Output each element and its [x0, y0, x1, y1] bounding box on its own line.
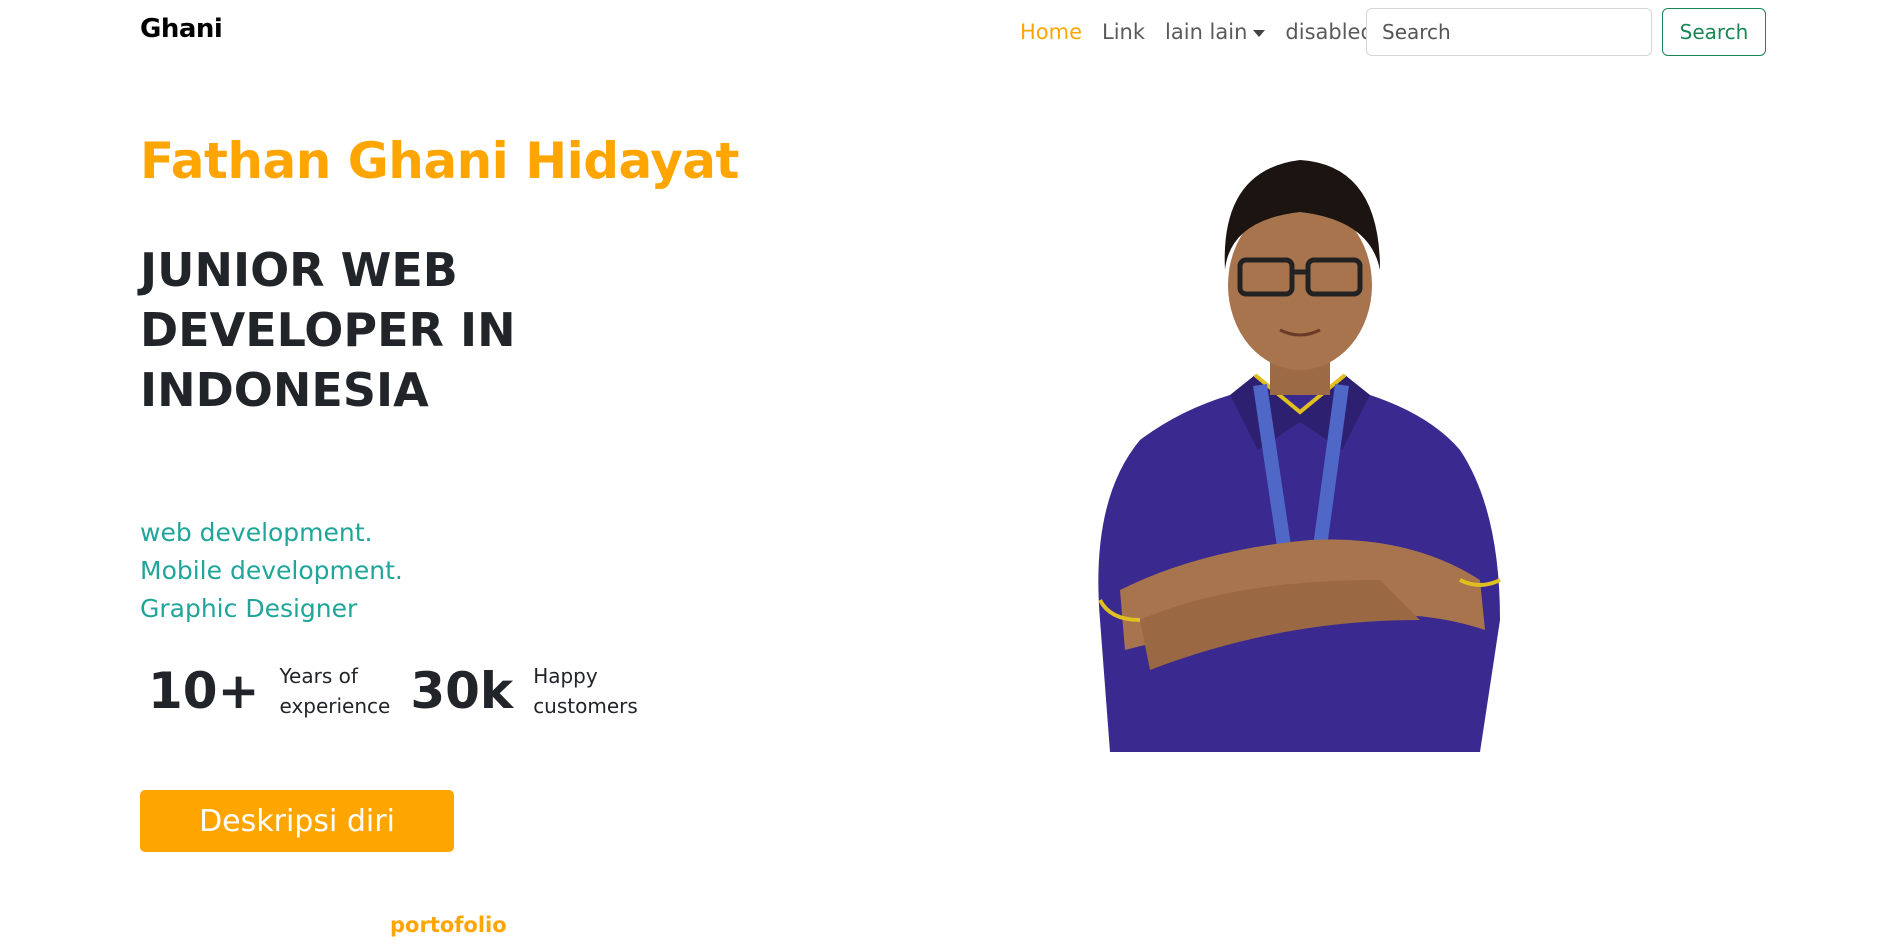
stat-label-line: customers [533, 694, 638, 718]
search-input[interactable] [1366, 8, 1652, 56]
skill-item: Mobile development. [140, 556, 403, 585]
deskripsi-diri-button[interactable]: Deskripsi diri [140, 790, 454, 852]
hero-heading: JUNIOR WEB DEVELOPER IN INDONESIA [140, 243, 516, 417]
nav-link-home[interactable]: Home [1010, 18, 1092, 46]
stats-row: 10+ Years of experience 30k Happy custom… [148, 656, 658, 726]
nav-dropdown-label: lain lain [1165, 20, 1248, 44]
search-button[interactable]: Search [1662, 8, 1766, 56]
profile-photo [1098, 160, 1501, 752]
stat-customers-label: Happy customers [533, 661, 638, 721]
brand-logo[interactable]: Ghani [140, 14, 223, 44]
stat-label-line: Years of [279, 664, 358, 688]
stat-label-line: experience [279, 694, 391, 718]
caret-down-icon [1253, 29, 1266, 37]
skill-item: web development. [140, 518, 373, 547]
skills-list: web development. Mobile development. Gra… [140, 514, 403, 628]
stat-label-line: Happy [533, 664, 598, 688]
nav-link-link[interactable]: Link [1092, 18, 1155, 46]
nav-dropdown-lain-lain[interactable]: lain lain [1155, 18, 1275, 46]
portfolio-label[interactable]: portofolio [390, 913, 507, 937]
navbar: Ghani Home Link lain lain disabled Searc… [0, 0, 1891, 64]
skill-item: Graphic Designer [140, 594, 358, 623]
stat-experience-value: 10+ [148, 662, 260, 720]
stat-experience-label: Years of experience [279, 661, 390, 721]
hero-name: Fathan Ghani Hidayat [140, 132, 739, 190]
nav-links: Home Link lain lain disabled [1010, 18, 1384, 46]
stat-customers-value: 30k [410, 662, 514, 720]
